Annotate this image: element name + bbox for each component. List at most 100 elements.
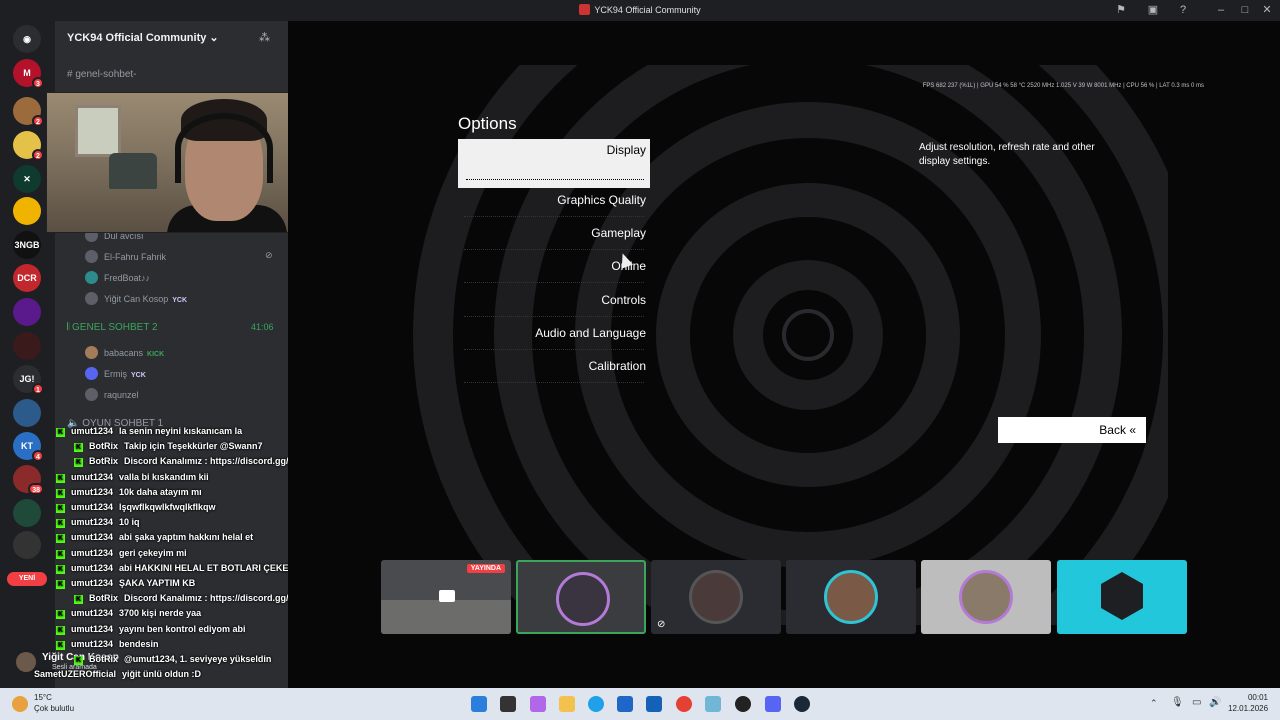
server-icon[interactable]: 2 [13,97,44,127]
edge-icon[interactable] [588,696,604,712]
avatar[interactable] [16,652,36,672]
minimize-button[interactable]: – [1214,3,1228,17]
voice-channel-genel-sohbet-2[interactable]: 𝄃 GENEL SOHBET 2 [67,322,158,333]
chat-message: Kumut1234 la senin neyini kıskanıcam la [56,426,242,437]
avatar [85,346,98,359]
server-icon[interactable]: ✕ [13,165,41,193]
obs-icon[interactable] [735,696,751,712]
settings-icon[interactable] [705,696,721,712]
help-icon[interactable]: ? [1176,3,1190,17]
outlook-icon[interactable] [646,696,662,712]
server-icon[interactable] [13,499,41,527]
title-bar: YCK94 Official Community ⚑ ▣ ? – □ ✕ [0,0,1280,21]
chat-username: BotRix [89,593,118,604]
microphone-icon[interactable]: 🎙 [1171,697,1184,708]
stream-tile[interactable] [786,560,916,634]
server-icon[interactable] [13,298,41,326]
back-label: Back [1099,423,1126,437]
menu-item-label: Calibration [588,359,646,373]
start-button[interactable] [471,696,487,712]
server-icon[interactable]: 38 [13,465,44,495]
kick-icon: K [56,428,65,437]
menu-item-gameplay[interactable]: Gameplay [458,226,650,240]
server-icon[interactable]: 3NGB [13,231,41,259]
stream-tile[interactable]: ⊘ [651,560,781,634]
chat-message: Kumut1234 lşqwflkqwlkfwqlkflkqw [56,502,216,513]
kick-icon: K [74,595,83,605]
steam-icon[interactable] [794,696,810,712]
server-icon[interactable] [13,399,41,427]
clock-date: 12.01.2026 [1228,704,1269,713]
flag-icon[interactable]: ⚑ [1114,3,1128,17]
chat-message: Kumut1234 geri çekeyim mi [56,548,187,559]
screen-share-icon [439,590,455,602]
webcam-window [75,105,121,157]
server-icon[interactable]: 2 [13,131,44,161]
back-button[interactable]: Back « [998,417,1146,443]
server-icon[interactable] [13,531,41,559]
voice-user[interactable]: FredBoat♪♪ [85,271,150,284]
stream-tile[interactable]: YAYINDA [381,560,511,634]
chat-username: umut1234 [71,608,114,619]
menu-divider [464,216,644,217]
server-icon[interactable]: M3 [13,59,44,89]
server-icon[interactable] [13,332,41,360]
voice-user[interactable]: raqunzel [85,388,139,401]
stream-tile[interactable] [921,560,1051,634]
server-icon[interactable] [13,197,41,225]
server-icon[interactable]: DCR [13,264,41,292]
weather-icon[interactable] [12,696,28,712]
server-icon[interactable]: JG! 1 [13,365,44,395]
server-icon[interactable]: KT 4 [13,432,44,462]
display-icon[interactable]: ▭ [1192,697,1201,708]
chevron-up-icon[interactable]: ⌃ [1150,698,1158,709]
avatar [689,570,743,624]
taskbar: 15°C Çok bulutlu ⌃ 🎙 ▭ 🔊 00:01 12.01.202… [0,688,1280,720]
voice-user-name: FredBoat♪♪ [104,273,151,283]
store-icon[interactable] [617,696,633,712]
chat-text: bendesin [119,638,159,649]
volume-icon[interactable]: 🔊 [1209,697,1221,708]
menu-item-audio-language[interactable]: Audio and Language [458,326,650,340]
voice-user[interactable]: Yiğit Can Kosop YCK [85,292,187,305]
voice-user-name: El-Fahru Fahrik [104,252,167,262]
copilot-icon[interactable] [530,696,546,712]
webcam-sofa [109,153,157,189]
file-explorer-icon[interactable] [559,696,575,712]
chat-message: Kumut1234 ŞAKA YAPTIM KB [56,578,195,589]
menu-item-controls[interactable]: Controls [458,293,650,307]
chevron-down-icon: ⌄ [209,32,219,44]
avatar [85,367,98,380]
stream-tile[interactable] [1057,560,1187,634]
discord-home-icon[interactable]: ◉ [13,25,41,53]
chat-username: umut1234 [71,471,114,482]
channel-genel-sohbet[interactable]: # genel-sohbet- [67,69,137,80]
menu-item-display[interactable]: Display [458,139,650,188]
add-member-icon[interactable]: ⁂ [259,31,270,44]
menu-item-calibration[interactable]: Calibration [458,359,650,373]
close-button[interactable]: ✕ [1260,3,1274,17]
server-name-header[interactable]: YCK94 Official Community ⌄ [67,31,219,44]
maximize-button[interactable]: □ [1238,3,1252,17]
voice-user[interactable]: Ermiş YCK [85,367,146,380]
chat-username: BotRix [89,456,118,467]
chat-text: 10k daha atayım mı [119,486,202,497]
discord-icon[interactable] [765,696,781,712]
menu-item-label: Audio and Language [535,326,646,340]
chat-username: umut1234 [71,502,114,512]
chrome-icon[interactable] [676,696,692,712]
window-title-text: YCK94 Official Community [594,5,701,15]
chat-text: yayını ben kontrol ediyom abi [119,623,246,634]
menu-item-graphics-quality[interactable]: Graphics Quality [458,193,650,207]
voice-user-name: raqunzel [104,390,139,400]
stream-tile[interactable] [516,560,646,634]
chat-message: K BotRix @umut1234, 1. seviyeye yükseldin [74,654,271,665]
voice-user[interactable]: El-Fahru Fahrik [85,250,166,263]
inbox-icon[interactable]: ▣ [1146,3,1160,17]
menu-item-label: Gameplay [591,226,646,240]
unread-badge: 38 [28,483,44,495]
chat-text: yiğit ünlü oldun :D [122,669,202,680]
task-view-icon[interactable] [500,696,516,712]
voice-user[interactable]: babacans KICK [85,346,164,359]
guild-tag: YCK [131,372,146,379]
